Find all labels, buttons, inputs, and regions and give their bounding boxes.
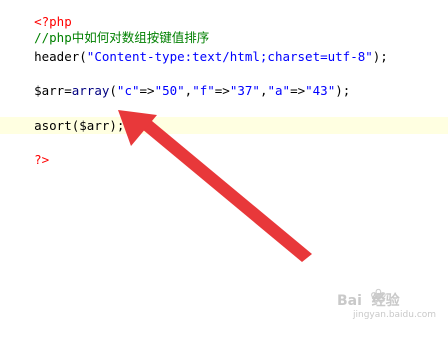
baidu-watermark: ❀ Bai 经验 jingyan.baidu.com bbox=[337, 284, 443, 330]
watermark-site: jingyan.baidu.com bbox=[353, 310, 437, 320]
arrow-shaft bbox=[136, 116, 312, 262]
watermark-brand: Bai 经验 bbox=[337, 293, 400, 309]
